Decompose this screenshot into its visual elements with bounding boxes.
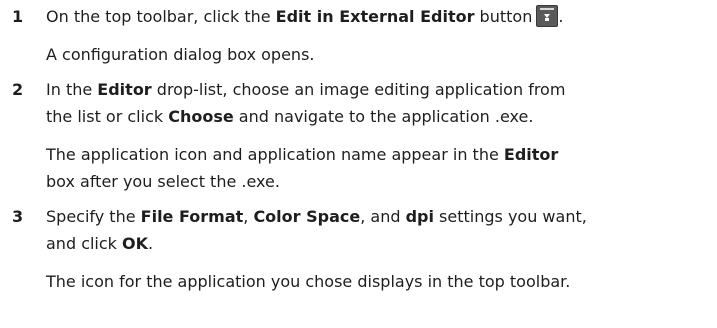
result-line: box after you select the .exe. [46,172,280,191]
step-number: 3 [12,207,24,226]
step-content: In the Editor drop-list, choose an image… [46,76,711,203]
step-instruction: In the Editor drop-list, choose an image… [46,76,711,103]
step-instruction: Specify the File Format, Color Space, an… [46,203,711,230]
instruction-text: settings you want, [433,207,587,226]
instruction-text: On the top toolbar, click the [46,7,276,26]
ui-term-dpi: dpi [405,207,434,226]
step-instruction: On the top toolbar, click the Edit in Ex… [46,3,711,30]
instruction-text: . [148,234,154,253]
step-2: 2 In the Editor drop-list, choose an ima… [12,76,711,203]
instruction-text: Specify the [46,207,141,226]
ui-term-editor: Editor [503,145,559,164]
ui-term-file-format: File Format [140,207,244,226]
instruction-text: . [558,7,564,26]
step-result: The icon for the application you chose d… [46,272,571,291]
instruction-text: and click [46,234,123,253]
result-line: The application icon and application nam… [46,141,711,168]
ui-term-color-space: Color Space [253,207,361,226]
ui-term-ok: OK [122,234,149,253]
ui-term-edit-in-external-editor: Edit in External Editor [275,7,475,26]
instruction-text: the list or click [46,107,169,126]
step-1: 1 On the top toolbar, click the Edit in … [12,3,711,76]
step-instruction: and click OK. [46,230,711,257]
ui-term-choose: Choose [168,107,234,126]
instruction-text: , and [360,207,406,226]
step-instruction: the list or click Choose and navigate to… [46,103,711,130]
step-number: 2 [12,80,24,99]
instruction-text: button [474,7,533,26]
step-number: 1 [12,7,24,26]
instruction-text: In the [46,80,98,99]
ui-term-editor: Editor [97,80,152,99]
step-content: Specify the File Format, Color Space, an… [46,203,711,303]
step-content: On the top toolbar, click the Edit in Ex… [46,3,711,76]
instruction-text: and navigate to the application .exe. [233,107,534,126]
instruction-text: drop-list, choose an image editing appli… [151,80,566,99]
instruction-text: , [243,207,254,226]
step-3: 3 Specify the File Format, Color Space, … [12,203,711,303]
step-result: A configuration dialog box opens. [46,45,315,64]
result-text: The application icon and application nam… [46,145,504,164]
edit-in-external-editor-icon [536,5,559,27]
instruction-steps: 1 On the top toolbar, click the Edit in … [0,0,717,328]
step-result: The application icon and application nam… [46,141,711,195]
